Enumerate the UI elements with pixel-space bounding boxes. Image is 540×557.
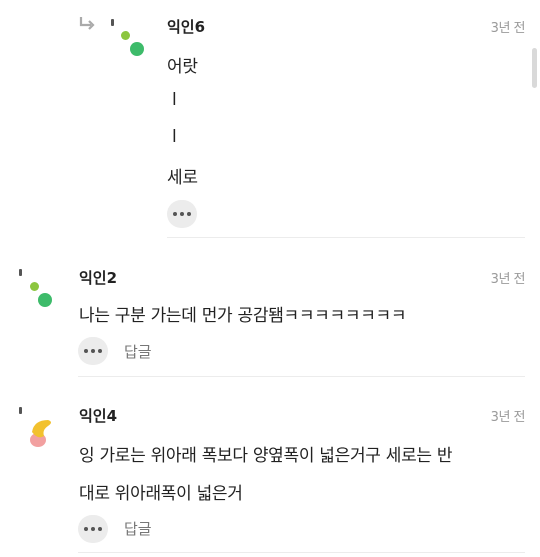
timestamp: 3년 전 <box>490 21 526 36</box>
timestamp: 3년 전 <box>490 410 526 425</box>
timestamp: 3년 전 <box>490 272 526 287</box>
comment-text-line: l <box>172 127 177 147</box>
reply-button[interactable]: 답글 <box>124 341 152 362</box>
comment-text-line: 세로 <box>167 168 198 188</box>
more-options-button[interactable] <box>167 200 197 228</box>
divider <box>78 376 525 377</box>
author-name: 익인4 <box>79 407 118 425</box>
more-options-button[interactable] <box>78 337 108 365</box>
divider <box>167 237 525 238</box>
more-options-button[interactable] <box>78 515 108 543</box>
reply-button[interactable]: 답글 <box>124 518 152 539</box>
author-name: 익인2 <box>79 269 118 287</box>
author-name: 익인6 <box>167 18 206 36</box>
comment-text-line: 나는 구분 가는데 먼가 공감됌ㅋㅋㅋㅋㅋㅋㅋㅋ <box>79 306 407 326</box>
comment-text-line: l <box>172 90 177 110</box>
scrollbar-thumb[interactable] <box>532 48 537 88</box>
comment-text-line: 어랏 <box>167 57 198 77</box>
avatar-image <box>30 420 51 447</box>
comment-text-line: 잉 가로는 위아래 폭보다 양옆폭이 넓은거구 세로는 반 <box>79 446 453 466</box>
reply-arrow-icon <box>79 17 95 30</box>
divider <box>78 552 525 553</box>
comment-text-line: 대로 위아래폭이 넓은거 <box>79 484 243 504</box>
